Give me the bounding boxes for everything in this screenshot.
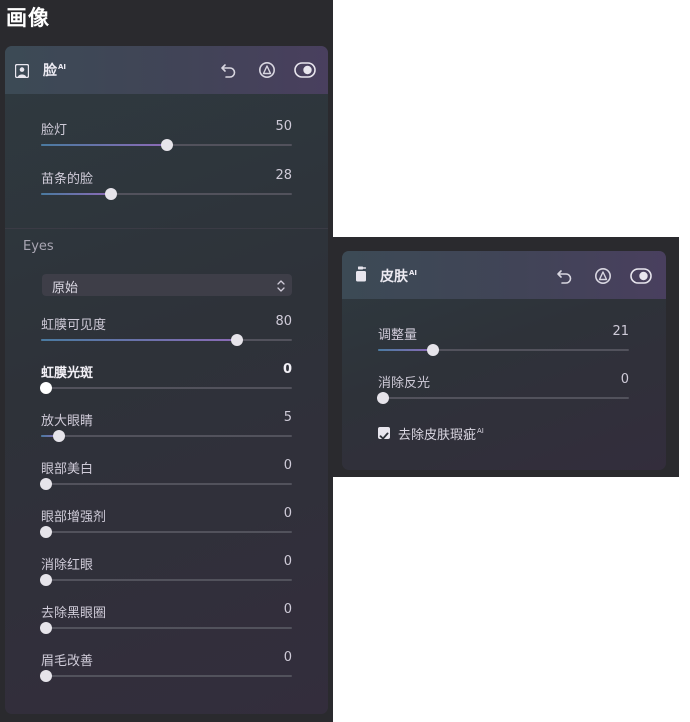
slider-label: 脸灯 [41,123,68,138]
slider-track[interactable] [377,392,629,404]
slider-track[interactable] [40,478,292,490]
slider-iris-visibility[interactable]: 虹膜可见度 80 [41,314,292,346]
page-title: 画像 [6,6,50,30]
slider-label: 去除黑眼圈 [41,606,107,621]
slider-knob[interactable] [40,526,53,538]
slider-value: 28 [275,168,292,183]
undo-icon[interactable] [555,266,575,286]
slider-knob[interactable] [40,670,53,682]
checkmark-icon [379,432,389,440]
skin-panel-title: 皮肤AI [380,266,417,286]
slider-eye-whitening[interactable]: 眼部美白 0 [40,458,292,490]
slider-knob[interactable] [40,574,53,586]
ai-badge: AI [58,63,67,71]
bottle-icon [355,266,369,282]
slider-value: 0 [282,362,292,377]
slider-track[interactable] [41,139,292,151]
portrait-icon [14,63,30,79]
undo-icon[interactable] [219,60,239,80]
slider-label: 眉毛改善 [41,654,94,669]
toggle-icon[interactable] [294,60,316,80]
slider-value: 0 [283,554,292,569]
slider-iris-highlight[interactable]: 虹膜光斑 0 [40,362,292,394]
slider-skin-amount[interactable]: 调整量 21 [378,324,629,356]
slider-fill [41,193,112,195]
slider-label: 消除反光 [378,376,431,391]
face-panel-header[interactable]: 脸AI [5,46,328,94]
slider-value: 21 [612,324,629,339]
face-panel: 脸AI 脸灯 50 苗条的脸 28 Eyes 原始 虹膜可见度 80 虹膜光斑 … [5,46,328,714]
slider-red-eye[interactable]: 消除红眼 0 [40,554,292,586]
slider-track[interactable] [40,670,292,682]
slider-track[interactable] [41,430,292,442]
slider-knob[interactable] [160,139,173,151]
slider-knob[interactable] [377,392,390,404]
slider-value: 80 [275,314,292,329]
eyes-preset-dropdown[interactable]: 原始 [42,274,292,296]
slider-fill [378,349,434,351]
slider-value: 0 [283,458,292,473]
mask-icon[interactable] [257,60,277,80]
slider-value: 0 [283,506,292,521]
skin-panel-title-text: 皮肤 [380,269,408,285]
remove-blemishes-text: 去除皮肤瑕疵 [398,428,477,443]
slider-value: 50 [275,119,292,134]
remove-blemishes-checkbox[interactable] [378,427,390,440]
slider-eye-enhancer[interactable]: 眼部增强剂 0 [40,506,292,538]
slider-knob[interactable] [40,622,53,634]
slider-knob[interactable] [40,382,53,394]
slider-label: 调整量 [378,328,418,343]
slider-label: 消除红眼 [41,558,94,573]
slider-value: 0 [620,372,629,387]
ai-badge: AI [477,427,484,435]
slider-track[interactable] [41,188,292,200]
skin-panel-header[interactable]: 皮肤AI [342,251,666,299]
slider-label: 苗条的脸 [41,172,94,187]
slider-eyebrows[interactable]: 眉毛改善 0 [40,650,292,682]
slider-label: 眼部增强剂 [41,510,107,525]
dropdown-selected-value: 原始 [52,281,79,296]
toggle-icon[interactable] [630,266,652,286]
slider-track[interactable] [40,622,292,634]
slider-knob[interactable] [230,334,243,346]
slider-label: 放大眼睛 [41,414,94,429]
face-panel-title: 脸AI [43,60,66,80]
chevron-updown-icon [276,278,286,292]
slider-knob[interactable] [40,478,53,490]
slider-track[interactable] [41,334,292,346]
slider-label: 虹膜可见度 [41,318,107,333]
slider-label: 虹膜光斑 [41,366,94,381]
section-divider [5,228,328,229]
slider-label: 眼部美白 [41,462,94,477]
ai-badge: AI [409,269,418,277]
slider-value: 0 [283,650,292,665]
slider-knob[interactable] [105,188,118,200]
remove-blemishes-label[interactable]: 去除皮肤瑕疵AI [398,424,484,443]
slider-fill [41,339,242,341]
skin-panel: 皮肤AI 调整量 21 消除反光 0 去除皮肤瑕疵AI [342,251,666,470]
slider-face-light[interactable]: 脸灯 50 [41,119,292,151]
slider-knob[interactable] [427,344,440,356]
slider-reduce-shine[interactable]: 消除反光 0 [377,372,629,404]
mask-icon[interactable] [593,266,613,286]
face-panel-title-text: 脸 [43,63,57,79]
slider-track[interactable] [378,344,629,356]
slider-fill [41,144,167,146]
eyes-section-label: Eyes [23,239,54,254]
left-sidebar: 画像 脸AI 脸灯 50 苗条的脸 28 Eyes 原始 虹膜可见度 80 虹膜… [0,0,333,722]
slider-enlarge-eyes[interactable]: 放大眼睛 5 [41,410,292,442]
slider-track[interactable] [40,574,292,586]
slider-track[interactable] [40,382,292,394]
slider-slim-face[interactable]: 苗条的脸 28 [41,168,292,200]
slider-knob[interactable] [52,430,65,442]
slider-dark-circles[interactable]: 去除黑眼圈 0 [40,602,292,634]
slider-track[interactable] [40,526,292,538]
slider-value: 5 [283,410,292,425]
slider-value: 0 [283,602,292,617]
